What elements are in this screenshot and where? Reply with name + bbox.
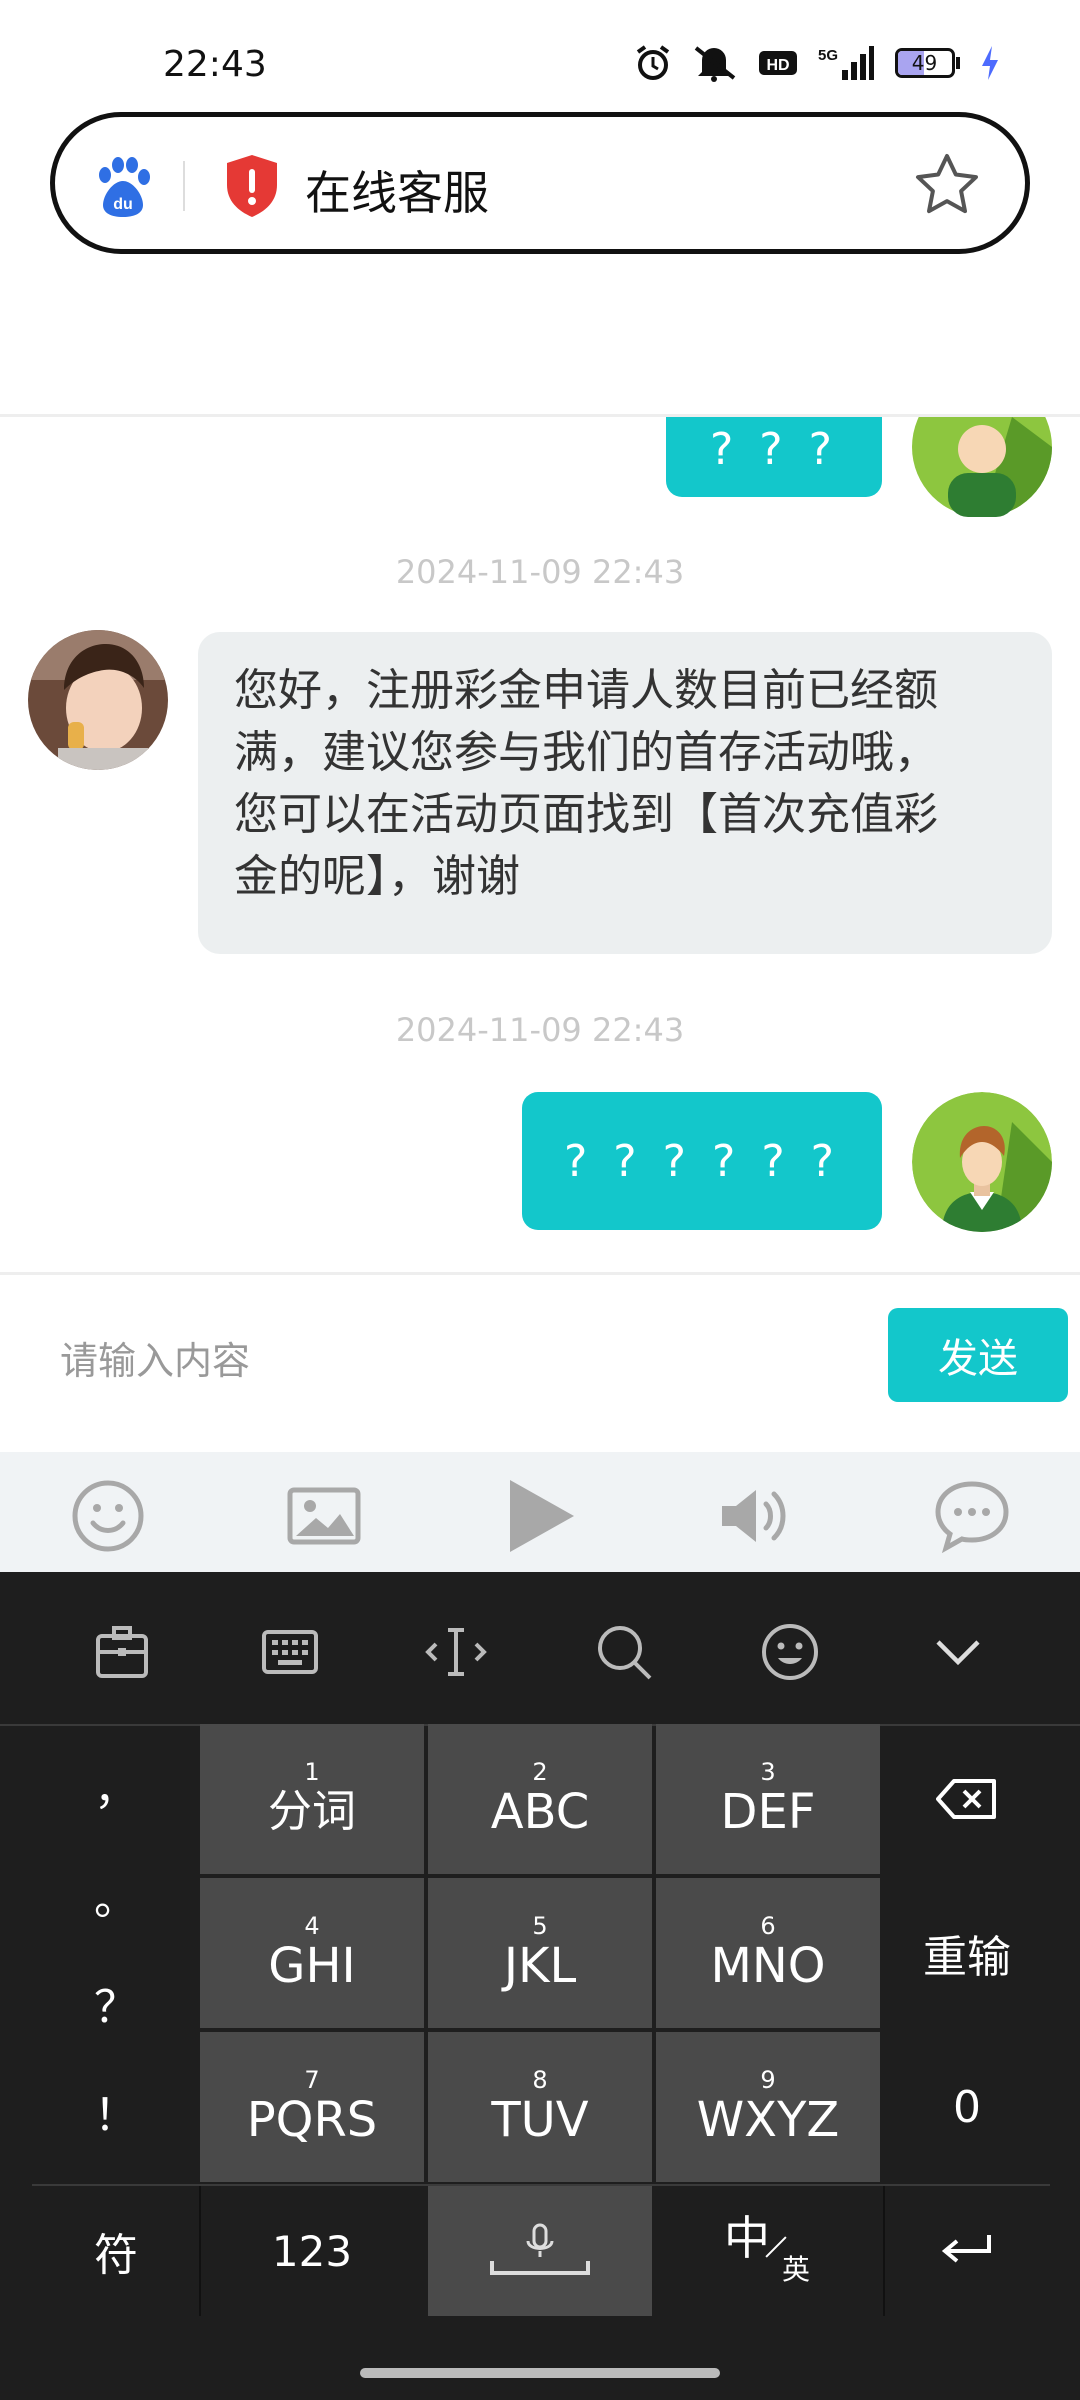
key-6[interactable]: 6 MNO	[656, 1878, 880, 2028]
message-line: 金的呢】，谢谢	[234, 851, 520, 902]
battery-indicator: 49	[894, 44, 960, 82]
reenter-key[interactable]: 重输	[884, 1878, 1050, 2028]
search-icon[interactable]	[592, 1620, 656, 1684]
outgoing-message[interactable]: ? ? ?	[666, 417, 882, 497]
language-switch-key[interactable]: 中 英	[656, 2186, 884, 2316]
punct-key[interactable]: 。	[32, 1850, 200, 1940]
user-avatar[interactable]	[912, 417, 1052, 517]
key-5[interactable]: 5 JKL	[428, 1878, 652, 2028]
status-bar: 22:43 HD 5G 49	[0, 0, 1080, 110]
page-title: 在线客服	[305, 166, 489, 220]
address-bar[interactable]: du 在线客服	[50, 112, 1030, 254]
charging-icon	[982, 46, 998, 80]
enter-icon	[941, 2235, 991, 2263]
lang-zh: 中	[724, 2211, 770, 2265]
key-number: 6	[760, 1912, 776, 1940]
send-button[interactable]: 发送	[888, 1308, 1068, 1402]
svg-text:du: du	[113, 196, 133, 213]
emoji-icon[interactable]	[758, 1620, 822, 1684]
svg-text:5G: 5G	[818, 47, 838, 64]
punct-key[interactable]: ，	[32, 1740, 200, 1830]
punct-key[interactable]: ？	[32, 1958, 200, 2048]
message-text: ? ? ? ? ? ?	[563, 1135, 841, 1187]
message-timestamp: 2024-11-09 22:43	[395, 1011, 685, 1049]
symbols-key[interactable]: 符	[32, 2186, 200, 2316]
key-label: TUV	[491, 2092, 589, 2148]
key-8[interactable]: 8 TUV	[428, 2032, 652, 2182]
speaker-icon[interactable]	[716, 1476, 796, 1556]
key-number: 3	[760, 1758, 776, 1786]
backspace-key[interactable]	[884, 1724, 1050, 1874]
keyboard-col-divider	[883, 2186, 885, 2316]
key-9[interactable]: 9 WXYZ	[656, 2032, 880, 2182]
key-number: 8	[532, 2066, 548, 2094]
message-line: 您可以在活动页面找到【首次充值彩	[234, 789, 938, 840]
key-number: 2	[532, 1758, 548, 1786]
key-7[interactable]: 7 PQRS	[200, 2032, 424, 2182]
keyboard-icon[interactable]	[258, 1620, 322, 1684]
numbers-key[interactable]: 123	[200, 2186, 424, 2316]
separator	[183, 161, 185, 211]
key-label: MNO	[710, 1938, 826, 1994]
incoming-message[interactable]: 您好，注册彩金申请人数目前已经额 满，建议您参与我们的首存活动哦， 您可以在活动…	[198, 632, 1052, 954]
message-line: 满，建议您参与我们的首存活动哦，	[234, 727, 938, 778]
key-number: 7	[304, 2066, 320, 2094]
punct-key[interactable]: ！	[32, 2066, 200, 2156]
mute-icon	[694, 46, 736, 82]
status-icons: HD 5G 49	[634, 44, 1000, 82]
key-number: 9	[760, 2066, 776, 2094]
key-1[interactable]: 1 分词	[200, 1724, 424, 1874]
chat-bubble-icon[interactable]	[932, 1476, 1012, 1556]
user-avatar[interactable]	[912, 1092, 1052, 1232]
key-label: 分词	[268, 1786, 356, 1837]
key-label: GHI	[268, 1938, 356, 1994]
backspace-icon	[936, 1779, 996, 1819]
svg-text:HD: HD	[766, 57, 789, 74]
message-input[interactable]: 请输入内容	[60, 1330, 250, 1385]
play-icon[interactable]	[500, 1476, 580, 1556]
key-label: PQRS	[246, 2092, 378, 2148]
outgoing-message[interactable]: ? ? ? ? ? ?	[522, 1092, 882, 1230]
key-4[interactable]: 4 GHI	[200, 1878, 424, 2028]
clock: 22:43	[163, 44, 267, 85]
key-label: DEF	[720, 1784, 816, 1840]
key-number: 4	[304, 1912, 320, 1940]
clipboard-icon[interactable]	[90, 1620, 154, 1684]
input-divider	[0, 1272, 1080, 1275]
alarm-icon	[636, 45, 670, 80]
chat-area[interactable]: ? ? ? 2024-11-09 22:43 您好，注册彩金申请人数目前已经额 …	[0, 417, 1080, 1272]
space-key[interactable]	[428, 2186, 652, 2316]
battery-level: 49	[911, 51, 938, 75]
key-3[interactable]: 3 DEF	[656, 1724, 880, 1874]
key-number: 1	[304, 1758, 320, 1786]
message-timestamp: 2024-11-09 22:43	[395, 553, 685, 591]
enter-key[interactable]	[884, 2186, 1050, 2316]
agent-avatar[interactable]	[28, 630, 168, 770]
image-icon[interactable]	[284, 1476, 364, 1556]
collapse-icon[interactable]	[926, 1620, 990, 1684]
signal-icon: 5G	[818, 46, 874, 80]
key-number: 5	[532, 1912, 548, 1940]
emoji-icon[interactable]	[68, 1476, 148, 1556]
home-indicator[interactable]	[360, 2368, 720, 2378]
key-label: WXYZ	[696, 2092, 840, 2148]
lang-en: 英	[782, 2253, 811, 2286]
keyboard-col-divider	[199, 2186, 201, 2316]
security-warning-icon[interactable]	[223, 153, 281, 219]
cursor-icon[interactable]	[424, 1620, 488, 1684]
key-label: JKL	[503, 1938, 577, 1994]
zero-key[interactable]: 0	[884, 2032, 1050, 2182]
key-label: ABC	[490, 1784, 590, 1840]
bookmark-star-icon[interactable]	[913, 151, 981, 219]
message-line: 您好，注册彩金申请人数目前已经额	[234, 665, 938, 716]
hd-icon: HD	[759, 51, 797, 75]
key-2[interactable]: 2 ABC	[428, 1724, 652, 1874]
baidu-logo-icon[interactable]: du	[91, 155, 155, 219]
message-text: ? ? ?	[709, 424, 839, 475]
microphone-icon	[490, 2223, 590, 2275]
